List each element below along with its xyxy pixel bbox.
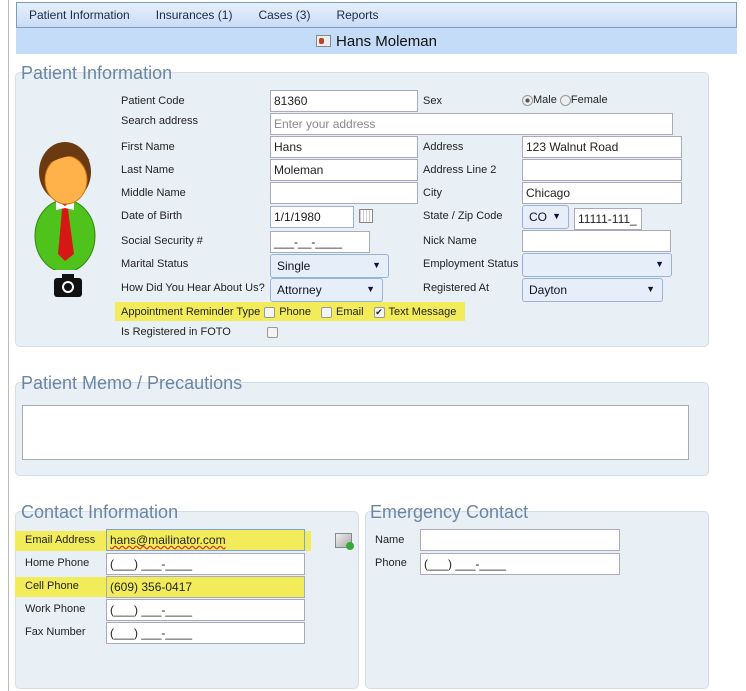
middle-name-label: Middle Name xyxy=(121,187,186,199)
work-phone-input[interactable]: (___) ___-____ xyxy=(106,599,305,621)
foto-checkbox[interactable] xyxy=(267,327,278,338)
emergency-name-label: Name xyxy=(375,534,405,546)
search-address-input[interactable]: Enter your address xyxy=(270,113,673,135)
patient-info-heading: Patient Information xyxy=(21,63,173,83)
female-label: Female xyxy=(570,94,608,106)
tab-cases[interactable]: Cases (3) xyxy=(258,8,310,22)
top-nav: Patient Information Insurances (1) Cases… xyxy=(16,2,737,28)
foto-label: Is Registered in FOTO xyxy=(121,326,231,338)
middle-name-input[interactable] xyxy=(270,182,418,204)
last-name-input[interactable]: Moleman xyxy=(270,159,418,181)
male-label: Male xyxy=(533,94,557,106)
nick-name-label: Nick Name xyxy=(423,235,477,247)
emergency-heading: Emergency Contact xyxy=(370,502,529,522)
emergency-name-input[interactable] xyxy=(420,529,620,551)
patient-code-input[interactable]: 81360 xyxy=(270,90,418,112)
last-name-label: Last Name xyxy=(121,164,175,176)
address-input[interactable]: 123 Walnut Road xyxy=(522,136,682,158)
tab-insurances[interactable]: Insurances (1) xyxy=(156,8,233,22)
reminder-row: Appointment Reminder Type Phone Email ✔ T… xyxy=(121,306,456,318)
address-label: Address xyxy=(423,141,464,153)
emergency-phone-input[interactable]: (___) ___-____ xyxy=(420,553,620,575)
address2-input[interactable] xyxy=(522,159,682,181)
hear-about-label: How Did You Hear About Us? xyxy=(121,282,265,294)
send-email-icon[interactable] xyxy=(335,533,354,550)
email-label: Email Address xyxy=(25,534,96,546)
state-zip-label: State / Zip Code xyxy=(423,210,503,222)
fax-label: Fax Number xyxy=(25,626,86,638)
state-select[interactable]: CO xyxy=(522,205,569,229)
hear-about-select[interactable]: Attorney xyxy=(270,278,383,302)
employment-status-select[interactable] xyxy=(522,253,672,277)
city-label: City xyxy=(423,187,442,199)
work-phone-label: Work Phone xyxy=(25,603,86,615)
state-value: CO xyxy=(529,210,547,224)
ssn-label: Social Security # xyxy=(121,235,203,247)
reminder-text-checkbox[interactable]: ✔ xyxy=(373,306,385,318)
employment-status-label: Employment Status xyxy=(423,258,519,270)
reminder-phone-checkbox[interactable] xyxy=(264,306,276,318)
memo-heading: Patient Memo / Precautions xyxy=(21,373,243,393)
patient-code-label: Patient Code xyxy=(121,95,185,107)
contact-heading: Contact Information xyxy=(21,502,179,522)
search-address-label: Search address xyxy=(121,115,199,127)
reminder-label: Appointment Reminder Type xyxy=(121,306,261,318)
city-input[interactable]: Chicago xyxy=(522,182,682,204)
cell-phone-label: Cell Phone xyxy=(25,580,79,592)
memo-textarea[interactable] xyxy=(22,405,689,460)
reminder-email-checkbox[interactable] xyxy=(321,306,333,318)
fax-input[interactable]: (___) ___-____ xyxy=(106,622,305,644)
sex-radio-group: Male Female xyxy=(522,94,608,106)
sex-label: Sex xyxy=(423,95,442,107)
first-name-label: First Name xyxy=(121,141,175,153)
dob-input[interactable]: 1/1/1980 xyxy=(270,206,354,228)
male-radio[interactable] xyxy=(522,94,533,106)
reminder-phone-label: Phone xyxy=(279,306,312,318)
avatar[interactable] xyxy=(34,126,96,273)
patient-title-bar: Hans Moleman xyxy=(16,28,737,54)
registered-at-value: Dayton xyxy=(529,283,568,297)
female-radio[interactable] xyxy=(559,94,571,106)
reminder-email-label: Email xyxy=(336,306,364,318)
patient-name: Hans Moleman xyxy=(336,32,437,50)
registered-at-select[interactable]: Dayton xyxy=(522,278,663,302)
dob-label: Date of Birth xyxy=(121,210,183,222)
reminder-text-label: Text Message xyxy=(388,306,457,318)
tab-reports[interactable]: Reports xyxy=(336,8,378,22)
marital-value: Single xyxy=(277,259,311,273)
email-input[interactable]: hans@mailinator.com xyxy=(106,529,305,551)
marital-status-label: Marital Status xyxy=(121,258,189,270)
left-border xyxy=(8,0,9,691)
nick-name-input[interactable] xyxy=(522,230,671,252)
first-name-input[interactable]: Hans xyxy=(270,136,418,158)
calendar-icon[interactable] xyxy=(359,209,373,223)
address2-label: Address Line 2 xyxy=(423,164,497,176)
registered-at-label: Registered At xyxy=(423,282,490,294)
camera-icon[interactable] xyxy=(53,272,83,298)
home-phone-label: Home Phone xyxy=(25,557,90,569)
cell-phone-input[interactable]: (609) 356-0417 xyxy=(106,576,305,598)
ssn-input[interactable]: ___-__-____ xyxy=(270,231,370,253)
hear-value: Attorney xyxy=(277,283,322,297)
patient-card-icon xyxy=(316,35,332,47)
home-phone-input[interactable]: (___) ___-____ xyxy=(106,553,305,575)
emergency-phone-label: Phone xyxy=(375,557,407,569)
zip-input[interactable]: 11111-111_ xyxy=(574,208,642,230)
tab-patient-information[interactable]: Patient Information xyxy=(29,8,130,22)
marital-status-select[interactable]: Single xyxy=(270,254,389,278)
